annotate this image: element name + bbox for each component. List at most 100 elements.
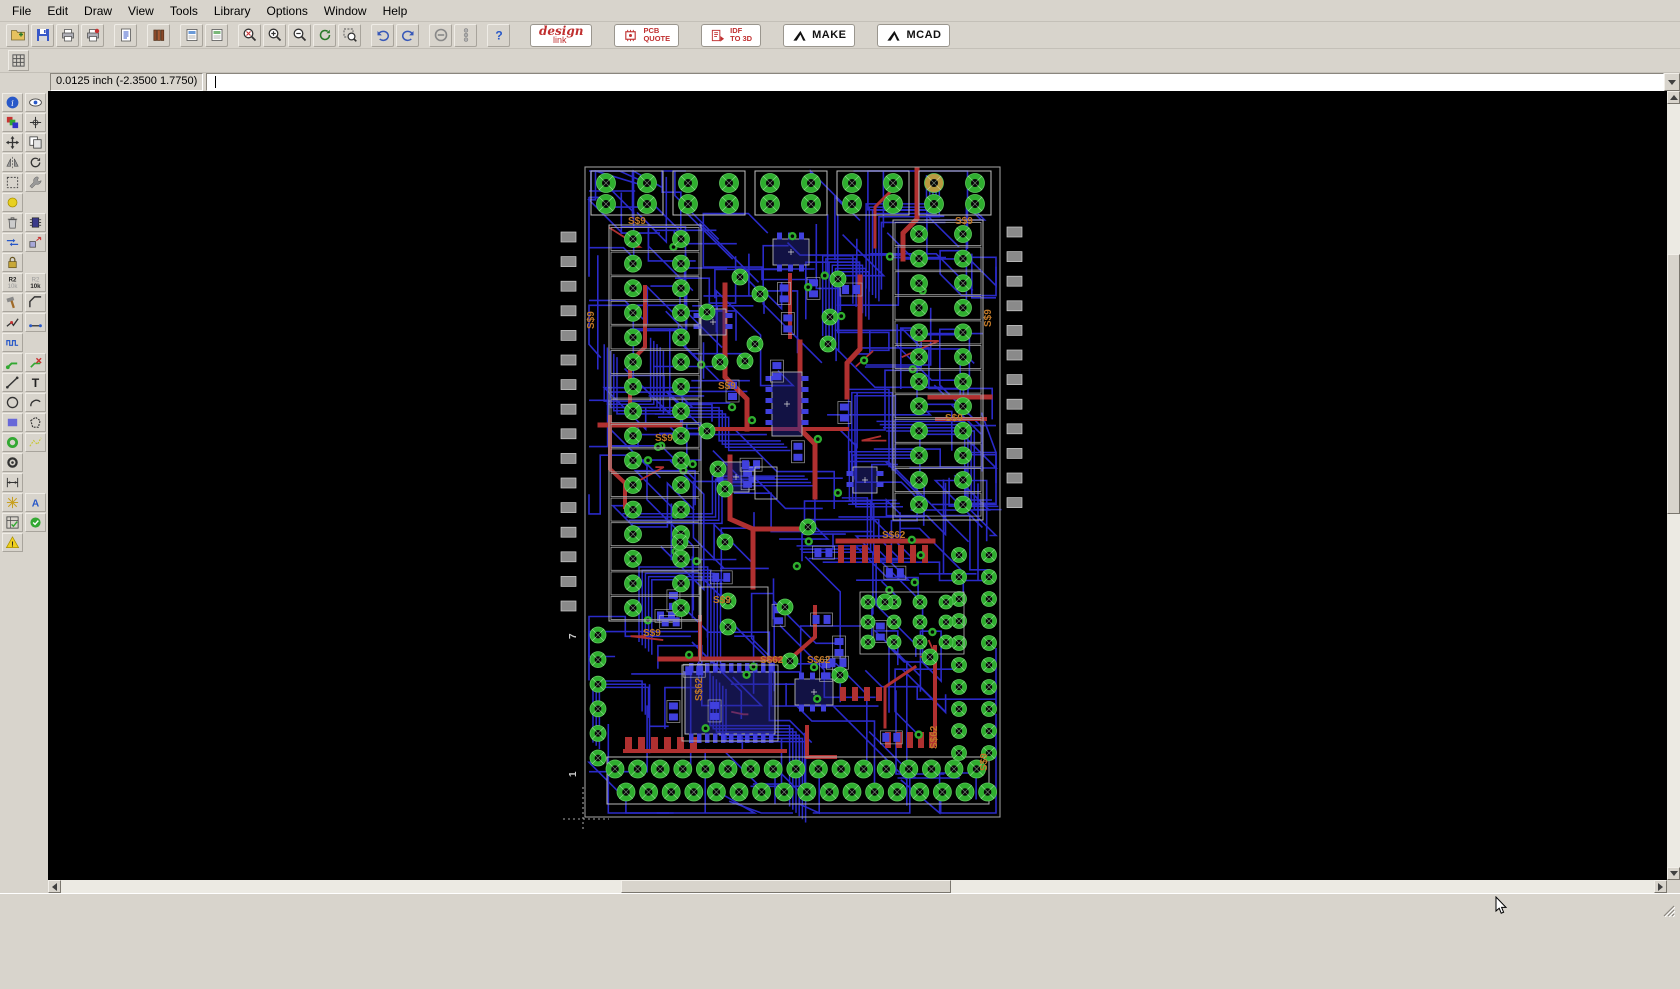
tool-lock[interactable] — [2, 253, 23, 272]
tool-rect[interactable] — [2, 413, 23, 432]
scroll-down-button[interactable] — [1667, 867, 1680, 880]
vertical-scrollbar[interactable] — [1667, 91, 1680, 880]
tool-name[interactable]: R2 10k — [2, 273, 23, 292]
open-button[interactable] — [6, 23, 29, 47]
zoom-select-button[interactable] — [338, 23, 361, 47]
tool-paste[interactable] — [2, 193, 23, 212]
mcad-button[interactable]: MCAD — [877, 23, 951, 47]
pcb-quote-button[interactable]: PCB QUOTE — [614, 23, 680, 47]
tool-delete[interactable] — [2, 213, 23, 232]
svg-text:10k: 10k — [8, 283, 19, 290]
menu-window[interactable]: Window — [316, 1, 375, 21]
menu-view[interactable]: View — [120, 1, 162, 21]
tool-info[interactable]: i — [2, 93, 23, 112]
command-input[interactable] — [206, 73, 1664, 91]
scroll-left-button[interactable] — [48, 880, 61, 893]
help-button[interactable]: ? — [487, 23, 510, 47]
sheet-a-button[interactable] — [180, 23, 203, 47]
sheet-b-button[interactable] — [205, 23, 228, 47]
tool-add[interactable] — [25, 213, 46, 232]
menu-file[interactable]: File — [4, 1, 39, 21]
tool-show[interactable] — [25, 93, 46, 112]
tool-auto[interactable]: A — [25, 493, 46, 512]
zoom-in-button[interactable] — [263, 23, 286, 47]
wrench-icon — [29, 176, 42, 189]
tool-via[interactable] — [2, 433, 23, 452]
pinswap-icon — [6, 238, 19, 247]
undo-button[interactable] — [371, 23, 394, 47]
vertical-scroll-thumb[interactable] — [1667, 254, 1680, 514]
tool-replace[interactable] — [25, 233, 46, 252]
tool-value[interactable]: R2 10k — [25, 273, 46, 292]
menu-options[interactable]: Options — [259, 1, 316, 21]
tool-errors[interactable] — [25, 513, 46, 532]
menu-tools[interactable]: Tools — [162, 1, 206, 21]
tool-ripup[interactable] — [25, 353, 46, 372]
scroll-right-button[interactable] — [1654, 880, 1667, 893]
tool-display-layers[interactable] — [2, 113, 23, 132]
tool-route[interactable] — [2, 353, 23, 372]
stop-button[interactable] — [429, 23, 452, 47]
scroll-up-button[interactable] — [1667, 91, 1680, 104]
tool-mirror[interactable] — [2, 153, 23, 172]
hammer-icon — [6, 296, 15, 309]
scrollbar-corner — [1667, 880, 1680, 893]
tool-wire[interactable] — [2, 373, 23, 392]
tool-mark[interactable] — [25, 113, 46, 132]
save-button[interactable] — [31, 23, 54, 47]
library-button[interactable] — [147, 23, 170, 47]
tool-change[interactable] — [25, 173, 46, 192]
undo-icon — [377, 30, 389, 42]
tool-dimension[interactable] — [2, 473, 23, 492]
tool-warning[interactable]: ! — [2, 533, 23, 552]
horizontal-scroll-track[interactable] — [61, 880, 1654, 893]
command-history-dropdown[interactable] — [1664, 73, 1680, 91]
make-button[interactable]: MAKE — [783, 23, 856, 47]
tool-optimize[interactable] — [25, 313, 46, 332]
tool-split[interactable] — [2, 313, 23, 332]
tool-text[interactable]: T — [25, 373, 46, 392]
tool-meander[interactable] — [2, 333, 23, 352]
redo-button[interactable] — [396, 23, 419, 47]
vertical-scroll-track[interactable] — [1667, 104, 1680, 867]
menu-help[interactable]: Help — [375, 1, 416, 21]
pcb-canvas[interactable]: S$9 S$9 S$9 S$9 S$9 S$9 S$9 S$9 S$9 S$9 S$62 S$62 S$… — [48, 91, 1667, 880]
tool-group[interactable] — [2, 173, 23, 192]
tool-signal[interactable] — [25, 433, 46, 452]
tool-hole[interactable] — [2, 453, 23, 472]
menu-edit[interactable]: Edit — [39, 1, 76, 21]
tool-drc[interactable] — [2, 513, 23, 532]
tool-pinswap[interactable] — [2, 233, 23, 252]
horizontal-scroll-thumb[interactable] — [621, 880, 951, 893]
tool-copy[interactable] — [25, 133, 46, 152]
menu-draw[interactable]: Draw — [76, 1, 120, 21]
cam-processor-button[interactable] — [81, 23, 104, 47]
status-bar — [0, 893, 1680, 988]
resize-grip[interactable] — [1659, 901, 1676, 918]
design-link-button[interactable]: design link — [530, 23, 593, 47]
zoom-fit-button[interactable] — [238, 23, 261, 47]
idf-to-3d-button[interactable]: IDF TO 3D — [701, 23, 762, 47]
svg-text:T: T — [32, 376, 40, 390]
zoom-out-button[interactable] — [288, 23, 311, 47]
tool-smash[interactable] — [2, 293, 23, 312]
cam-icon — [86, 28, 99, 42]
tool-arc[interactable] — [25, 393, 46, 412]
tool-miter[interactable] — [25, 293, 46, 312]
pcb-layout-drawing: S$9 S$9 S$9 S$9 S$9 S$9 S$9 S$9 S$9 S$9 S$62 S$62 S$… — [560, 166, 1023, 831]
run-script-button[interactable] — [114, 23, 137, 47]
tool-ratsnest[interactable] — [2, 493, 23, 512]
grid-button[interactable] — [8, 50, 29, 71]
tool-circle[interactable] — [2, 393, 23, 412]
tool-move[interactable] — [2, 133, 23, 152]
print-button[interactable] — [56, 23, 79, 47]
zoom-redraw-button[interactable] — [313, 23, 336, 47]
scrollbar-left-spacer — [0, 880, 48, 893]
menu-library[interactable]: Library — [206, 1, 259, 21]
tool-rotate[interactable] — [25, 153, 46, 172]
tool-polygon[interactable] — [25, 413, 46, 432]
go-button[interactable] — [454, 23, 477, 47]
svg-text:S$9: S$9 — [586, 311, 597, 329]
copy-icon — [29, 136, 42, 149]
horizontal-scrollbar[interactable] — [48, 880, 1667, 893]
